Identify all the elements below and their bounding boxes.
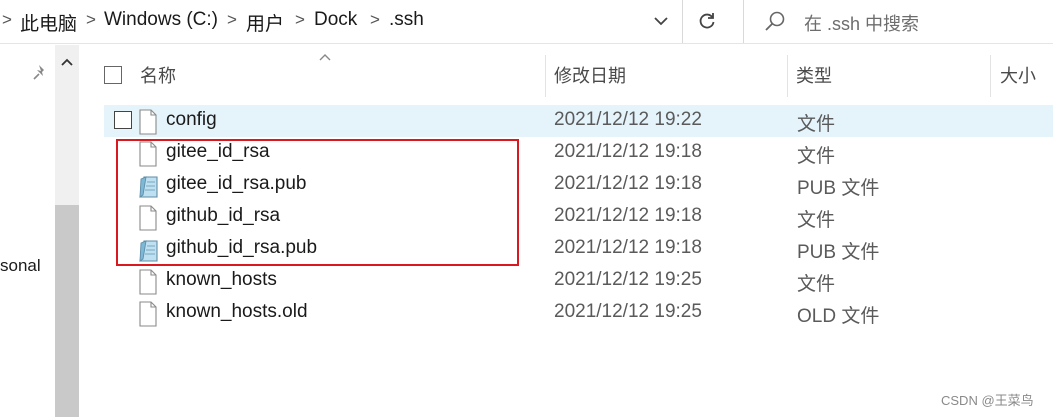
search-icon	[765, 11, 785, 31]
pub-file-icon	[139, 240, 158, 262]
breadcrumb-windows-c[interactable]: Windows (C:)	[104, 9, 218, 31]
blank-file-icon	[139, 109, 157, 135]
file-type: 文件	[797, 114, 836, 135]
breadcrumb-separator[interactable]: >	[295, 10, 305, 30]
file-modified: 2021/12/12 19:18	[554, 205, 702, 226]
column-name[interactable]: 名称	[140, 62, 176, 88]
refresh-button[interactable]	[690, 6, 724, 36]
refresh-icon	[699, 13, 715, 29]
select-all-checkbox[interactable]	[104, 66, 122, 84]
address-bar[interactable]: > 此电脑 > Windows (C:) > 用户 > Dock > .ssh	[0, 0, 683, 43]
toolbar-row: > 此电脑 > Windows (C:) > 用户 > Dock > .ssh …	[0, 0, 1053, 44]
file-type: 文件	[797, 146, 836, 167]
file-name[interactable]: config	[166, 109, 217, 131]
blank-file-icon	[139, 269, 157, 295]
breadcrumb-ssh[interactable]: .ssh	[389, 9, 424, 31]
navigation-pane: sonal	[0, 45, 80, 417]
column-header: 名称 修改日期 类型 大小	[80, 45, 1053, 103]
breadcrumb-separator[interactable]: >	[227, 10, 237, 30]
file-name[interactable]: known_hosts	[166, 269, 277, 291]
scrollbar-thumb[interactable]	[55, 205, 79, 417]
file-row[interactable]: github_id_rsa 2021/12/12 19:18 文件	[104, 201, 1053, 233]
blank-file-icon	[139, 205, 157, 231]
file-type: OLD 文件	[797, 306, 880, 327]
file-name[interactable]: gitee_id_rsa.pub	[166, 173, 307, 195]
chevron-down-icon	[654, 17, 668, 26]
file-name[interactable]: known_hosts.old	[166, 301, 308, 323]
breadcrumb-dock[interactable]: Dock	[314, 9, 357, 31]
column-divider[interactable]	[990, 55, 991, 97]
column-type[interactable]: 类型	[796, 62, 832, 88]
file-row[interactable]: config 2021/12/12 19:22 文件	[104, 105, 1053, 137]
watermark: CSDN @王菜鸟	[941, 393, 1034, 408]
address-dropdown-button[interactable]	[646, 6, 676, 36]
column-modified[interactable]: 修改日期	[554, 62, 626, 88]
breadcrumb-users[interactable]: 用户	[246, 9, 284, 36]
file-row[interactable]: gitee_id_rsa.pub 2021/12/12 19:18 PUB 文件	[104, 169, 1053, 201]
breadcrumb-separator[interactable]: >	[370, 10, 380, 30]
file-modified: 2021/12/12 19:18	[554, 173, 702, 194]
file-row[interactable]: known_hosts.old 2021/12/12 19:25 OLD 文件	[104, 297, 1053, 329]
column-divider[interactable]	[787, 55, 788, 97]
file-row[interactable]: github_id_rsa.pub 2021/12/12 19:18 PUB 文…	[104, 233, 1053, 265]
nav-item-personal[interactable]: sonal	[0, 256, 41, 276]
search-placeholder[interactable]: 在 .ssh 中搜索	[804, 10, 919, 36]
file-modified: 2021/12/12 19:18	[554, 141, 702, 162]
sort-ascending-icon	[319, 54, 331, 61]
file-type: PUB 文件	[797, 178, 880, 199]
file-type: 文件	[797, 274, 836, 295]
blank-file-icon	[139, 301, 157, 327]
breadcrumb-separator[interactable]: >	[86, 10, 96, 30]
pub-file-icon	[139, 176, 158, 198]
file-name[interactable]: github_id_rsa.pub	[166, 237, 317, 259]
file-modified: 2021/12/12 19:25	[554, 269, 702, 290]
blank-file-icon	[139, 141, 157, 167]
file-name[interactable]: github_id_rsa	[166, 205, 280, 227]
file-type: PUB 文件	[797, 242, 880, 263]
column-size[interactable]: 大小	[1000, 62, 1036, 88]
row-checkbox[interactable]	[114, 111, 132, 129]
file-row[interactable]: known_hosts 2021/12/12 19:25 文件	[104, 265, 1053, 297]
file-row[interactable]: gitee_id_rsa 2021/12/12 19:18 文件	[104, 137, 1053, 169]
file-modified: 2021/12/12 19:25	[554, 301, 702, 322]
search-box[interactable]: 在 .ssh 中搜索	[743, 0, 1053, 43]
nav-scrollbar[interactable]	[55, 45, 79, 417]
breadcrumb-separator: >	[2, 10, 12, 29]
chevron-up-icon[interactable]	[60, 57, 74, 67]
file-type: 文件	[797, 210, 836, 231]
file-modified: 2021/12/12 19:18	[554, 237, 702, 258]
breadcrumb-this-pc[interactable]: 此电脑	[20, 9, 77, 36]
file-name[interactable]: gitee_id_rsa	[166, 141, 270, 163]
column-divider[interactable]	[545, 55, 546, 97]
file-modified: 2021/12/12 19:22	[554, 109, 702, 130]
pin-icon[interactable]	[32, 63, 50, 81]
